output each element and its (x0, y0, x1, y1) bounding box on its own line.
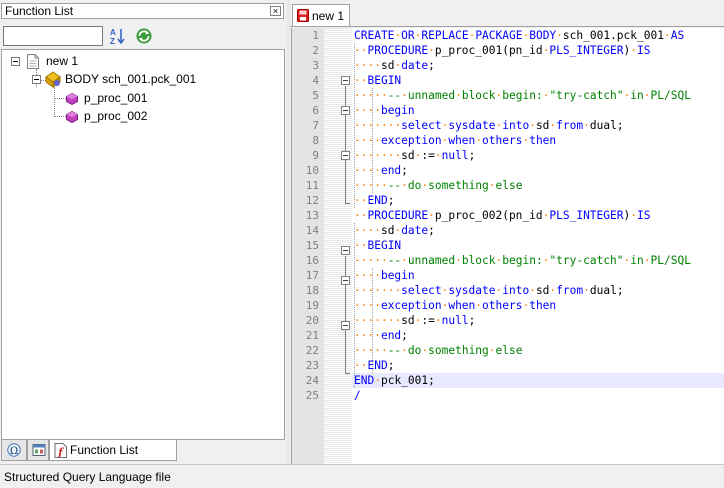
line-number: 1 (312, 29, 319, 42)
function-list-header: Function List × (1, 3, 284, 19)
code-line: ··PROCEDURE·p_proc_002(pn_id·PLS_INTEGER… (354, 209, 651, 222)
line-number: 17 (305, 269, 319, 282)
project-icon (32, 444, 46, 456)
status-file-type: Structured Query Language file (4, 470, 171, 484)
code-line: ··END; (354, 194, 395, 207)
line-number: 7 (312, 119, 319, 132)
sort-az-icon[interactable]: A Z (109, 27, 125, 45)
function-list-title: Function List (5, 4, 74, 18)
tree-item-label: p_proc_001 (84, 91, 148, 105)
code-line: ····exception·when·others·then (354, 299, 557, 312)
line-number: 23 (305, 359, 319, 372)
code-line: ·······select·sysdate·into·sd·from·dual; (354, 119, 624, 132)
svg-text:A: A (110, 28, 116, 37)
line-number: 11 (305, 179, 319, 192)
line-number: 6 (312, 104, 319, 117)
collapse-icon[interactable] (11, 57, 20, 66)
tree-item-label: BODY sch_001.pck_001 (65, 72, 197, 86)
line-number: 25 (305, 389, 319, 402)
fold-toggle[interactable] (341, 276, 350, 285)
line-number: 13 (305, 209, 319, 222)
code-line: / (354, 389, 361, 402)
tab-character-panel[interactable]: Ω (1, 440, 27, 461)
function-tree: new 1 BODY sch_001.pck_001 p_proc_001 p_… (1, 49, 285, 440)
procedure-icon (66, 111, 78, 123)
code-line: ····end; (354, 329, 408, 342)
code-line: ··BEGIN (354, 74, 402, 87)
procedure-icon (66, 93, 78, 105)
fold-toggle[interactable] (341, 76, 350, 85)
code-line: END·pck_001; (354, 374, 435, 387)
line-number: 9 (312, 149, 319, 162)
status-bar: Structured Query Language file (0, 464, 724, 488)
code-line: ····sd·date; (354, 224, 435, 237)
code-line: ····end; (354, 164, 408, 177)
function-list-icon: f (54, 443, 67, 458)
line-number: 10 (305, 164, 319, 177)
line-number: 24 (305, 374, 319, 387)
fold-toggle[interactable] (341, 246, 350, 255)
line-number: 22 (305, 344, 319, 357)
function-list-panel: Function List × A Z new 1 BODY sch_001.p… (0, 0, 287, 464)
code-line: ·····--·unnamed·block·begin:·"try-catch"… (354, 254, 691, 267)
code-line: ·····--·do·something·else (354, 344, 523, 357)
tab-strip-divider (290, 26, 724, 27)
omega-icon: Ω (7, 443, 21, 457)
code-editor[interactable]: 1 2 3 4 5 6 7 8 9 10 11 12 13 14 15 16 1… (291, 28, 724, 464)
code-line: ····begin (354, 104, 415, 117)
code-line: ····sd·date; (354, 59, 435, 72)
line-number: 2 (312, 44, 319, 57)
line-number: 3 (312, 59, 319, 72)
package-body-icon (45, 71, 61, 88)
line-number: 12 (305, 194, 319, 207)
line-number: 15 (305, 239, 319, 252)
tree-item-root[interactable]: new 1 (2, 53, 122, 70)
tree-item-procedure[interactable]: p_proc_002 (2, 108, 182, 125)
line-number: 16 (305, 254, 319, 267)
line-number: 4 (312, 74, 319, 87)
line-number: 5 (312, 89, 319, 102)
tree-item-package[interactable]: BODY sch_001.pck_001 (2, 71, 202, 88)
tab-function-list-label: Function List (70, 443, 139, 457)
fold-toggle[interactable] (341, 151, 350, 160)
code-line: ·····--·unnamed·block·begin:·"try-catch"… (354, 89, 691, 102)
refresh-icon[interactable] (135, 27, 153, 45)
line-number: 20 (305, 314, 319, 327)
svg-text:Z: Z (110, 37, 115, 45)
code-line: ··END; (354, 359, 395, 372)
code-line: ·······select·sysdate·into·sd·from·dual; (354, 284, 624, 297)
code-line: ····exception·when·others·then (354, 134, 557, 147)
line-number: 18 (305, 284, 319, 297)
code-line: ··PROCEDURE·p_proc_001(pn_id·PLS_INTEGER… (354, 44, 651, 57)
code-line: ·······sd·:=·null; (354, 149, 476, 162)
line-number: 21 (305, 329, 319, 342)
tab-project-panel[interactable] (27, 440, 49, 461)
collapse-icon[interactable] (32, 75, 41, 84)
tree-item-label: new 1 (46, 54, 79, 68)
code-line: CREATE·OR·REPLACE·PACKAGE·BODY·sch_001.p… (354, 29, 685, 42)
code-line: ··BEGIN (354, 239, 402, 252)
tree-item-label: p_proc_002 (84, 109, 148, 123)
code-line: ·······sd·:=·null; (354, 314, 476, 327)
line-number: 14 (305, 224, 319, 237)
svg-text:Ω: Ω (10, 446, 18, 457)
fold-toggle[interactable] (341, 106, 350, 115)
line-number: 8 (312, 134, 319, 147)
function-search-input[interactable] (3, 26, 103, 46)
close-icon[interactable]: × (270, 6, 281, 16)
tab-function-list[interactable]: f Function List (49, 440, 177, 461)
code-line: ····begin (354, 269, 415, 282)
line-number: 19 (305, 299, 319, 312)
document-tab-label: new 1 (312, 9, 345, 23)
document-icon (27, 54, 39, 69)
tree-item-procedure[interactable]: p_proc_001 (2, 90, 182, 107)
fold-toggle[interactable] (341, 321, 350, 330)
editor-pane: new 1 1 2 3 4 5 6 7 8 9 10 11 12 13 14 1… (290, 0, 724, 464)
panel-tab-strip: Ω f Function List (1, 440, 285, 462)
code-line: ·····--·do·something·else (354, 179, 523, 192)
document-tab[interactable]: new 1 (292, 4, 350, 26)
unsaved-file-icon (297, 9, 309, 22)
